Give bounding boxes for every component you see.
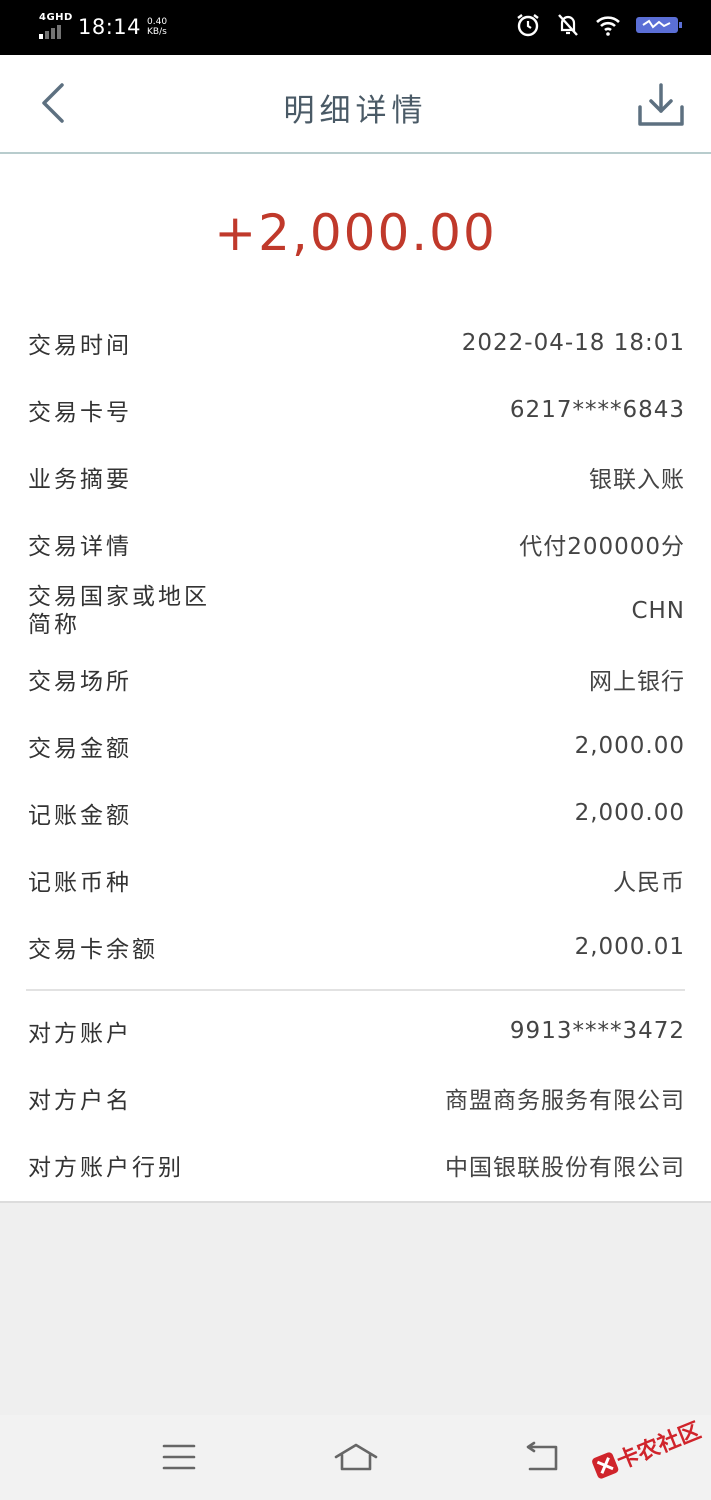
- detail-row-counterparty-account: 对方账户 9913****3472: [28, 1011, 685, 1051]
- detail-value: 代付200000分: [519, 534, 685, 560]
- detail-label: 交易金额: [28, 736, 132, 762]
- detail-row-balance: 交易卡余额 2,000.01: [28, 927, 685, 967]
- home-button[interactable]: [332, 1437, 380, 1477]
- wifi-icon: [596, 16, 620, 36]
- detail-label: 业务摘要: [28, 467, 132, 493]
- detail-row-currency: 记账币种 人民币: [28, 860, 685, 900]
- network-speed-unit: KB/s: [147, 27, 167, 37]
- detail-label: 交易国家或地区简称: [28, 584, 210, 638]
- network-type: 4GHD: [39, 12, 73, 23]
- home-icon: [334, 1443, 378, 1471]
- detail-row-summary: 业务摘要 银联入账: [28, 457, 685, 497]
- cellular-signal-icon: 4GHD: [36, 12, 73, 42]
- detail-label: 对方账户: [28, 1021, 132, 1047]
- back-nav-button[interactable]: [520, 1437, 562, 1477]
- detail-value: 2,000.00: [574, 800, 685, 826]
- detail-label: 交易场所: [28, 669, 132, 695]
- detail-row-counterparty-bank: 对方账户行别 中国银联股份有限公司: [28, 1145, 685, 1185]
- detail-row-country: 交易国家或地区简称 CHN: [28, 581, 685, 641]
- mute-bell-icon: [558, 14, 578, 36]
- app-header: 明细详情: [0, 55, 711, 154]
- detail-label: 对方户名: [28, 1088, 132, 1114]
- page-title: 明细详情: [283, 93, 428, 129]
- detail-value: 银联入账: [589, 467, 685, 493]
- detail-value: 2,000.01: [574, 934, 685, 960]
- menu-icon: [162, 1444, 196, 1470]
- detail-label: 记账币种: [28, 870, 132, 896]
- watermark-text: 卡农社区: [613, 1418, 705, 1475]
- network-speed: 0.40 KB/s: [147, 17, 167, 37]
- network-speed-value: 0.40: [147, 17, 168, 27]
- detail-value: 商盟商务服务有限公司: [445, 1088, 685, 1114]
- detail-value: 人民币: [613, 870, 685, 896]
- download-button[interactable]: [635, 79, 687, 131]
- clock-time: 18:14: [78, 15, 142, 39]
- detail-row-counterparty-name: 对方户名 商盟商务服务有限公司: [28, 1078, 685, 1118]
- detail-label: 对方账户行别: [28, 1155, 184, 1181]
- detail-row-transaction-amount: 交易金额 2,000.00: [28, 726, 685, 766]
- detail-row-transaction-time: 交易时间 2022-04-18 18:01: [28, 323, 685, 363]
- detail-row-card-number: 交易卡号 6217****6843: [28, 390, 685, 430]
- detail-label: 交易卡号: [28, 400, 132, 426]
- download-icon: [638, 83, 684, 126]
- detail-row-posted-amount: 记账金额 2,000.00: [28, 793, 685, 833]
- detail-row-description: 交易详情 代付200000分: [28, 524, 685, 564]
- detail-label: 记账金额: [28, 803, 132, 829]
- detail-value: 中国银联股份有限公司: [445, 1155, 685, 1181]
- detail-value: 6217****6843: [509, 397, 685, 423]
- watermark: 卡农社区: [587, 1413, 705, 1485]
- transaction-detail-card: +2,000.00 交易时间 2022-04-18 18:01 交易卡号 621…: [0, 154, 711, 1203]
- detail-value: 2,000.00: [574, 733, 685, 759]
- alarm-icon: [517, 14, 539, 37]
- status-bar: 4GHD 18:14 0.40 KB/s: [0, 0, 711, 55]
- detail-value: CHN: [631, 598, 685, 624]
- transaction-amount: +2,000.00: [214, 204, 497, 262]
- detail-value: 2022-04-18 18:01: [461, 330, 685, 356]
- return-icon: [526, 1441, 558, 1471]
- system-navigation-bar: 卡农社区: [0, 1415, 711, 1500]
- battery-icon: [636, 17, 682, 33]
- section-divider: [26, 989, 685, 991]
- detail-value: 9913****3472: [509, 1018, 685, 1044]
- detail-label: 交易时间: [28, 333, 132, 359]
- detail-row-location: 交易场所 网上银行: [28, 659, 685, 699]
- menu-button[interactable]: [158, 1437, 200, 1477]
- detail-label: 交易卡余额: [28, 937, 158, 963]
- detail-value: 网上银行: [589, 669, 685, 695]
- detail-label: 交易详情: [28, 534, 132, 560]
